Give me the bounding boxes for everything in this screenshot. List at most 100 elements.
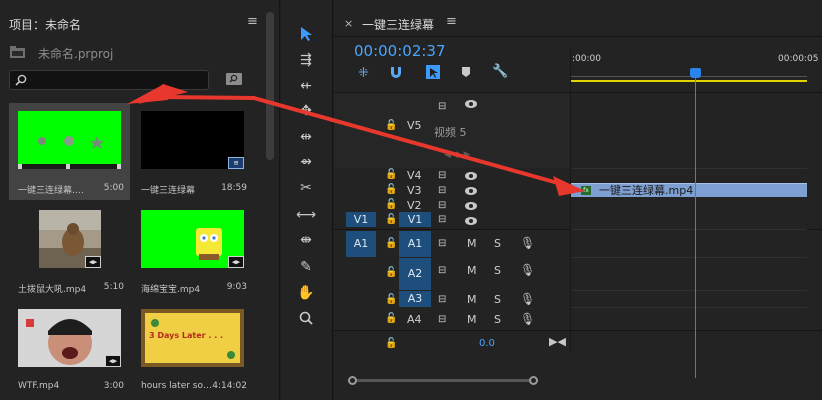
solo-button[interactable]: S xyxy=(494,264,501,277)
rolling-edit-icon[interactable]: ⇹ xyxy=(295,127,317,147)
track-label-v3[interactable]: V3 xyxy=(407,184,422,197)
clip-thumbnail: ⊞ xyxy=(141,111,244,169)
track-label-a4[interactable]: A4 xyxy=(407,313,422,326)
sync-lock-icon[interactable]: ⊟ xyxy=(438,185,446,196)
pen-tool-icon[interactable]: ✎ xyxy=(295,257,317,277)
mute-button[interactable]: M xyxy=(467,293,477,306)
time-ruler[interactable] xyxy=(571,69,807,77)
lock-icon[interactable]: 🔓 xyxy=(385,238,397,249)
sync-lock-icon[interactable]: ⊟ xyxy=(438,170,446,181)
clip-item[interactable]: 一键三连绿幕.… 5:00 xyxy=(9,103,130,200)
clip-name: 一键三连绿幕.… xyxy=(18,186,84,196)
mute-button[interactable]: M xyxy=(467,237,477,250)
lane-divider xyxy=(571,307,807,308)
solo-button[interactable]: S xyxy=(494,293,501,306)
audio-badge-icon: ◀▶ xyxy=(105,355,121,367)
mute-button[interactable]: M xyxy=(467,313,477,326)
lock-icon[interactable]: 🔓 xyxy=(385,169,397,180)
zoom-handle-right[interactable] xyxy=(529,376,538,385)
selection-tool-icon[interactable] xyxy=(295,24,317,44)
tools-panel: ⇶ ⇷ ✥ ⇹ ⇴ ✂ ⟷ ⇼ ✎ ✋ xyxy=(281,0,333,400)
sync-lock-icon[interactable]: ⊟ xyxy=(438,265,446,276)
new-search-bin-icon[interactable] xyxy=(226,72,242,86)
track-label-v4[interactable]: V4 xyxy=(407,169,422,182)
sync-lock-icon[interactable]: ⊟ xyxy=(438,294,446,305)
snap-magnet-icon[interactable] xyxy=(389,65,403,82)
track-label-a2[interactable]: A2 xyxy=(399,258,431,290)
search-input[interactable] xyxy=(9,70,209,90)
eye-icon[interactable] xyxy=(464,216,478,229)
track-label-a3[interactable]: A3 xyxy=(399,291,431,307)
lock-icon[interactable]: 🔓 xyxy=(385,338,397,349)
clip-grid: 一键三连绿幕.… 5:00 ⊞ 一键三连绿幕 18:59 ◀▶ 土拨鼠大吼.mp… xyxy=(9,103,253,400)
add-marker-icon[interactable] xyxy=(461,66,471,81)
ripple-edit-icon[interactable]: ✥ xyxy=(295,101,317,121)
lock-icon[interactable]: 🔓 xyxy=(385,184,397,195)
playhead-handle[interactable] xyxy=(690,68,701,78)
lock-icon[interactable]: 🔓 xyxy=(385,214,397,225)
clip-name: 土拨鼠大吼.mp4 xyxy=(18,285,87,295)
rate-stretch-icon[interactable]: ⇴ xyxy=(295,152,317,172)
track-label-v2[interactable]: V2 xyxy=(407,199,422,212)
sync-lock-icon[interactable]: ⊟ xyxy=(438,214,446,225)
search-icon xyxy=(15,74,27,86)
project-menu-icon[interactable]: ≡ xyxy=(247,14,258,29)
mic-icon[interactable]: 🎙 xyxy=(520,312,535,326)
eye-icon[interactable] xyxy=(464,171,478,184)
clip-item[interactable]: ◀▶ WTF.mp4 3:00 xyxy=(9,301,130,398)
clip-name: 一键三连绿幕 xyxy=(141,186,196,196)
slide-tool-icon[interactable]: ⇼ xyxy=(295,230,317,250)
clip-item[interactable]: 3 Days Later . . . hours later so… 4:14:… xyxy=(132,301,253,398)
audio-badge-icon: ◀▶ xyxy=(85,256,101,268)
mute-button[interactable]: M xyxy=(467,264,477,277)
timecode[interactable]: 00:00:02:37 xyxy=(354,42,446,60)
snap-nest-icon[interactable]: ⁜ xyxy=(358,66,369,81)
lock-icon[interactable]: 🔓 xyxy=(385,120,397,131)
work-area-bar[interactable] xyxy=(571,80,807,82)
linked-selection-icon[interactable] xyxy=(426,65,440,82)
wrench-icon[interactable]: 🔧 xyxy=(492,64,508,79)
solo-button[interactable]: S xyxy=(494,237,501,250)
eye-icon[interactable] xyxy=(464,99,478,112)
go-to-end-icon[interactable]: ▶◀ xyxy=(549,335,566,348)
razor-icon[interactable]: ✂ xyxy=(295,178,317,198)
timeline-zoom-scrollbar[interactable] xyxy=(352,379,536,382)
sync-lock-icon[interactable]: ⊟ xyxy=(438,314,446,325)
zoom-handle-left[interactable] xyxy=(348,376,357,385)
lock-icon[interactable]: 🔓 xyxy=(385,199,397,210)
track-label-v1[interactable]: V1 xyxy=(399,212,431,227)
track-label-v5[interactable]: V5 xyxy=(407,119,422,132)
lock-icon[interactable]: 🔓 xyxy=(385,294,397,305)
eye-icon[interactable] xyxy=(464,186,478,199)
solo-button[interactable]: S xyxy=(494,313,501,326)
lane-divider xyxy=(571,229,807,230)
sync-lock-icon[interactable]: ⊟ xyxy=(438,200,446,211)
close-tab-icon[interactable]: × xyxy=(344,17,353,30)
source-patch-a1[interactable]: A1 xyxy=(346,231,376,257)
track-select-backward-icon[interactable]: ⇷ xyxy=(295,76,317,96)
source-patch-v1[interactable]: V1 xyxy=(346,212,376,227)
sync-lock-icon[interactable]: ⊟ xyxy=(438,238,446,249)
slip-tool-icon[interactable]: ⟷ xyxy=(295,205,317,225)
sync-lock-icon[interactable]: ⊟ xyxy=(438,101,446,112)
clip-item[interactable]: ◀▶ 海绵宝宝.mp4 9:03 xyxy=(132,202,253,299)
zoom-tool-icon[interactable] xyxy=(295,309,317,329)
keyframe-nav-icons[interactable]: ◀ ◆ ▶ xyxy=(444,150,471,160)
mic-icon[interactable]: 🎙 xyxy=(520,236,535,250)
track-select-forward-icon[interactable]: ⇶ xyxy=(295,50,317,70)
mic-icon[interactable]: 🎙 xyxy=(520,263,535,277)
master-volume-value[interactable]: 0.0 xyxy=(479,338,495,349)
sequence-tab-title[interactable]: 一键三连绿幕 xyxy=(362,16,434,33)
hand-tool-icon[interactable]: ✋ xyxy=(295,283,317,303)
ruler-label: 00:00:05 xyxy=(778,54,819,64)
eye-icon[interactable] xyxy=(464,201,478,214)
timeline-menu-icon[interactable]: ≡ xyxy=(446,14,457,29)
clip-item[interactable]: ◀▶ 土拨鼠大吼.mp4 5:10 xyxy=(9,202,130,299)
project-scrollbar[interactable] xyxy=(266,12,274,160)
clip-item[interactable]: ⊞ 一键三连绿幕 18:59 xyxy=(132,103,253,200)
lock-icon[interactable]: 🔓 xyxy=(385,267,397,278)
lock-icon[interactable]: 🔓 xyxy=(385,313,397,324)
timeline-clip[interactable]: fx 一键三连绿幕.mp4 xyxy=(571,183,807,197)
mic-icon[interactable]: 🎙 xyxy=(520,292,535,306)
track-label-a1[interactable]: A1 xyxy=(399,231,431,257)
